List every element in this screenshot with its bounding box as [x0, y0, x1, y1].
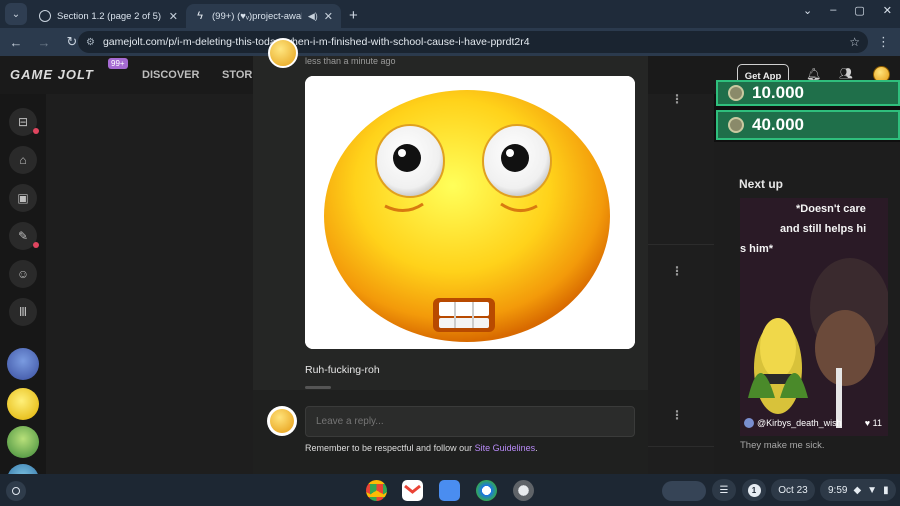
gmail-app-icon[interactable] [402, 480, 423, 501]
inventory-icon[interactable]: ▣ [9, 184, 37, 212]
friends-icon[interactable]: 👥︎ [839, 67, 853, 80]
notification-count-badge: 99+ [108, 58, 128, 69]
price-value: 10.000 [752, 83, 804, 102]
store-icon[interactable]: ⌂ [9, 146, 37, 174]
video-caption: They make me sick. [740, 440, 825, 451]
post-options-icon[interactable]: ⋮ [671, 264, 683, 278]
gamejolt-bolt-icon: ϟ [197, 10, 203, 22]
settings-app-icon[interactable] [513, 480, 534, 501]
close-tab-icon[interactable]: ✕ [169, 10, 178, 23]
post-author-avatar[interactable] [268, 38, 298, 68]
back-arrow-icon[interactable]: ← [4, 35, 28, 50]
tab-title: (99+) (♥ᵥ)project-awakening [212, 10, 302, 22]
close-window-button[interactable]: ✕ [883, 4, 892, 17]
battery-icon: ▮ [883, 484, 889, 496]
note-text: Remember to be respectful and follow our [305, 443, 475, 453]
messages-app-icon[interactable] [476, 480, 497, 501]
files-app-icon[interactable] [439, 480, 460, 501]
speaker-icon[interactable]: ◀) [308, 11, 318, 22]
library-icon[interactable]: Ⅲ [9, 298, 37, 326]
note-suffix: . [535, 443, 538, 453]
os-shelf: ☰ 1 Oct 23 9:59 ◆ ▼ ▮ [0, 474, 900, 506]
address-bar[interactable]: ⚙ gamejolt.com/p/i-m-deleting-this-today… [78, 31, 868, 53]
emoji-face-icon [270, 409, 294, 433]
forward-arrow-icon[interactable]: → [32, 35, 56, 50]
like-count: 11 [872, 418, 882, 428]
notification-count[interactable]: 1 [742, 479, 766, 501]
community-avatar[interactable] [7, 388, 39, 420]
video-author[interactable]: @Kirbys_death_wish [744, 418, 842, 428]
discover-nav-link[interactable]: DISCOVER [142, 69, 199, 81]
tab-section-1-2[interactable]: Section 1.2 (page 2 of 5) | acell ✕ [31, 4, 186, 28]
shocked-emoji-image [305, 76, 635, 349]
screen-capture-thumbnail[interactable] [662, 481, 706, 501]
reply-user-avatar[interactable] [267, 406, 297, 436]
browser-menu-icon[interactable]: ⋮ [877, 34, 890, 50]
video-text-line: and still helps hi [780, 223, 867, 235]
clock-text: 9:59 [828, 484, 848, 496]
site-guidelines-link[interactable]: Site Guidelines [475, 443, 536, 453]
date-pill[interactable]: Oct 23 [771, 479, 815, 501]
launcher-icon [12, 487, 20, 495]
author-avatar [744, 418, 754, 428]
chrome-app-icon[interactable] [366, 480, 387, 501]
new-tab-button[interactable]: + [349, 7, 358, 24]
reply-input[interactable] [305, 406, 635, 437]
site-settings-icon[interactable]: ⚙ [86, 37, 95, 48]
coin-icon [728, 117, 744, 133]
network-icon: ◆ [853, 484, 862, 496]
unread-dot [33, 242, 39, 248]
window-controls: ⌄ – ▢ ✕ [803, 4, 892, 17]
post-timestamp: less than a minute ago [305, 56, 396, 66]
tab-gamejolt[interactable]: ϟ (99+) (♥ᵥ)project-awakening ◀) ✕ [186, 4, 341, 28]
author-name: @Kirbys_death_wish [757, 418, 842, 428]
tab-title: Section 1.2 (page 2 of 5) | acell [57, 10, 163, 22]
globe-icon [39, 10, 51, 22]
maximize-button[interactable]: ▢ [854, 4, 864, 17]
wifi-icon: ▼ [867, 484, 878, 496]
launcher-button[interactable] [6, 481, 26, 501]
post-text: Ruh-fucking-roh [305, 364, 380, 376]
status-tray[interactable]: 9:59 ◆ ▼ ▮ [820, 479, 896, 501]
post-image[interactable] [305, 76, 635, 349]
chat-icon[interactable]: ☺ [9, 260, 37, 288]
gmail-glyph [404, 484, 421, 494]
video-text-line: s him* [740, 243, 774, 255]
community-avatar[interactable] [7, 426, 39, 458]
post-modal: less than a minute ago Ruh-fucking-roh L… [253, 38, 648, 474]
next-up-video[interactable]: *Doesn't care and still helps hi s him* … [740, 198, 888, 436]
browser-toolbar: ← → ↻ ⚙ gamejolt.com/p/i-m-deleting-this… [0, 28, 900, 56]
url-text: gamejolt.com/p/i-m-deleting-this-today-w… [102, 36, 530, 48]
post-options-icon[interactable]: ⋮ [671, 408, 683, 422]
post-options-icon[interactable]: ⋮ [671, 92, 683, 106]
tab-search-button[interactable]: ⌄ [5, 3, 27, 25]
reply-guidelines-note: Remember to be respectful and follow our… [305, 443, 538, 453]
close-tab-icon[interactable]: ✕ [324, 10, 333, 23]
post-divider [305, 386, 331, 389]
minimize-button[interactable]: – [830, 4, 836, 17]
bell-icon[interactable]: 🔔︎ [806, 67, 821, 81]
video-text-line: *Doesn't care [796, 203, 866, 215]
left-sidebar: ⊟ ⌂ ▣ ✎ ☺ Ⅲ [0, 94, 46, 476]
window-menu-button[interactable]: ⌄ [803, 4, 812, 17]
notification-count-text: 1 [747, 483, 761, 497]
unread-dot [33, 128, 39, 134]
gamejolt-logo[interactable]: GAME JOLT [10, 67, 94, 82]
browser-tab-strip: ⌄ Section 1.2 (page 2 of 5) | acell ✕ ϟ … [0, 0, 900, 28]
community-avatar[interactable] [7, 348, 39, 380]
reply-section: Remember to be respectful and follow our… [253, 390, 648, 474]
price-value: 40.000 [752, 115, 804, 134]
divider [648, 244, 714, 245]
tote-icon[interactable]: ☰ [712, 479, 736, 501]
divider [648, 446, 714, 447]
coin-icon [728, 85, 744, 101]
date-text: Oct 23 [778, 484, 808, 496]
price-tier[interactable]: 10.000 [716, 80, 900, 106]
price-tier[interactable]: 40.000 [716, 110, 900, 140]
bookmark-star-icon[interactable]: ☆ [849, 35, 860, 49]
next-up-heading: Next up [739, 177, 784, 191]
video-like-count[interactable]: ♥ 11 [865, 418, 882, 428]
